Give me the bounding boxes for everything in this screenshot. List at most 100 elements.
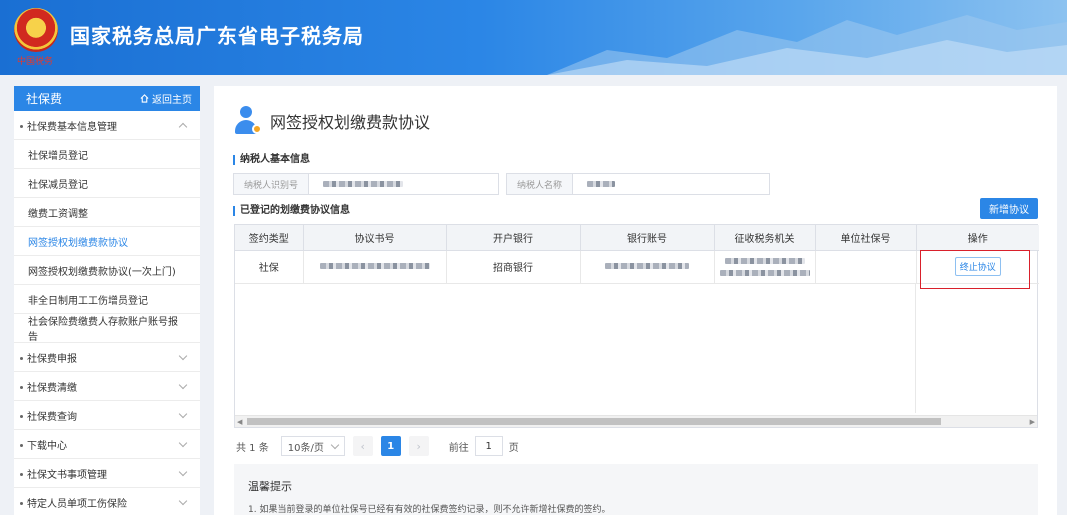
agreement-table: 签约类型 协议书号 开户银行 银行账号 征收税务机关 单位社保号 操作 社保 招… [234,224,1039,428]
col-header-social-no: 单位社保号 [815,225,917,251]
sidebar-item-label: 社保费申报 [27,353,77,365]
redacted-value [323,181,404,187]
cell-account [580,250,715,284]
horizontal-scrollbar[interactable]: ◀ ▶ [235,415,1037,427]
goto-page-input[interactable]: 1 [474,436,503,456]
col-header-sign-type: 签约类型 [235,225,304,251]
page-title: 网签授权划缴费款协议 [270,113,431,132]
bullet-icon [20,502,23,505]
bullet-icon [20,386,23,389]
home-link-label: 返回主页 [152,95,192,106]
emblem-text: 中国税务 [17,57,54,67]
sidebar-item-label: 缴费工资调整 [28,208,88,220]
taxpayer-id-field: 纳税人识别号 [233,173,499,195]
col-header-bank: 开户银行 [446,225,581,251]
sidebar-item-payment[interactable]: 社保费清缴 [14,372,200,401]
redacted-value [719,269,810,276]
scroll-left-icon[interactable]: ◀ [237,418,242,426]
pagination: 共 1 条 10条/页 ‹ 1 › 前往 1 页 [236,436,519,456]
sidebar-item-label: 社保费查询 [27,411,77,423]
page-size-value: 10条/页 [287,442,324,454]
bullet-icon [20,415,23,418]
table-row: 社保 招商银行 终止协议 [235,250,1039,284]
chevron-down-icon [178,351,188,360]
bullet-icon [20,473,23,476]
sidebar-item-declaration[interactable]: 社保费申报 [14,343,200,372]
sidebar-item-special-injury[interactable]: 特定人员单项工伤保险 [14,488,200,515]
tips-line: 1. 如果当前登录的单位社保号已经有有效的社保费签约记录，则不允许新增社保费的签… [248,505,611,515]
taxpayer-id-label: 纳税人识别号 [234,174,310,194]
bullet-icon [20,125,23,128]
add-agreement-button[interactable]: 新增协议 [980,198,1038,219]
bullet-icon [20,357,23,360]
sidebar-item-label: 网签授权划缴费款协议(一次上门) [28,266,176,278]
sidebar-item-label: 社保增员登记 [28,150,88,162]
col-header-agreement-no: 协议书号 [303,225,447,251]
redacted-value [319,263,430,269]
taxpayer-id-value [309,174,498,194]
taxpayer-name-label: 纳税人名称 [507,174,574,194]
page-size-select[interactable]: 10条/页 [280,436,345,456]
chevron-down-icon [178,409,188,418]
sidebar-item-query[interactable]: 社保费查询 [14,401,200,430]
table-header-row: 签约类型 协议书号 开户银行 银行账号 征收税务机关 单位社保号 操作 [235,225,1039,251]
sidebar-item-label: 社会保险费缴费人存款账户账号报告 [28,317,178,343]
user-settings-icon [234,106,262,136]
sidebar-title: 社保费 [26,92,63,106]
taxpayer-name-field: 纳税人名称 [506,173,770,195]
scrollbar-thumb[interactable] [247,418,941,425]
chevron-down-icon [178,380,188,389]
col-header-action: 操作 [916,225,1039,251]
highlight-box [920,250,1030,289]
total-count: 共 1 条 [236,442,269,454]
home-link[interactable]: 返回主页 [140,91,192,106]
sidebar-item-download[interactable]: 下载中心 [14,430,200,459]
agreement-section-title: 已登记的划缴费协议信息 [233,206,350,216]
tips-panel: 温馨提示 1. 如果当前登录的单位社保号已经有有效的社保费签约记录，则不允许新增… [234,464,1038,515]
site-title: 国家税务总局广东省电子税务局 [70,24,364,48]
sidebar-item-online-agreement[interactable]: 网签授权划缴费款协议 [14,227,200,256]
scroll-right-icon[interactable]: ▶ [1030,418,1035,426]
sidebar-item-wage-adjust[interactable]: 缴费工资调整 [14,198,200,227]
main-panel: 网签授权划缴费款协议 纳税人基本信息 纳税人识别号 纳税人名称 已登记的划缴费协… [214,86,1057,515]
sidebar-item-basic-info[interactable]: 社保费基本信息管理 [14,111,200,140]
chevron-down-icon [178,438,188,447]
sidebar-item-label: 社保文书事项管理 [27,469,107,481]
sidebar-item-add-staff[interactable]: 社保增员登记 [14,140,200,169]
sidebar: 社保费 返回主页 社保费基本信息管理 社保增员登记 社保减员登记 缴费工资调整 … [14,86,200,515]
cell-bank: 招商银行 [446,250,581,284]
tax-emblem-icon [14,8,58,52]
col-header-account: 银行账号 [580,225,715,251]
sidebar-item-label: 社保减员登记 [28,179,88,191]
cell-tax-office [714,250,816,284]
home-icon [140,94,149,103]
great-wall-backdrop [547,15,1067,75]
redacted-value [605,263,689,269]
redacted-value [724,257,805,264]
chevron-up-icon [178,122,188,131]
tips-title: 温馨提示 [248,480,292,493]
sidebar-item-label: 社保费基本信息管理 [27,121,117,133]
cell-agreement-no [303,250,447,284]
taxpayer-section-title: 纳税人基本信息 [233,155,310,165]
sidebar-item-parttime-injury[interactable]: 非全日制用工工伤增员登记 [14,285,200,314]
sidebar-header: 社保费 返回主页 [14,86,200,111]
header: 中国税务 国家税务总局广东省电子税务局 [0,0,1067,75]
page-number-current[interactable]: 1 [380,436,401,456]
page-header: 网签授权划缴费款协议 [234,106,430,136]
cell-sign-type: 社保 [235,250,304,284]
redacted-value [587,181,616,187]
next-page-button[interactable]: › [408,436,429,456]
prev-page-button[interactable]: ‹ [352,436,373,456]
sidebar-item-documents[interactable]: 社保文书事项管理 [14,459,200,488]
sidebar-item-online-agreement-onsite[interactable]: 网签授权划缴费款协议(一次上门) [14,256,200,285]
chevron-down-icon [178,496,188,505]
sidebar-item-label: 非全日制用工工伤增员登记 [28,295,148,307]
taxpayer-name-value [573,174,769,194]
chevron-down-icon [330,440,339,449]
sidebar-item-label: 下载中心 [27,440,67,452]
sidebar-item-account-report[interactable]: 社会保险费缴费人存款账户账号报告 [14,314,200,343]
col-header-tax-office: 征收税务机关 [714,225,816,251]
sidebar-item-label: 社保费清缴 [27,382,77,394]
sidebar-item-remove-staff[interactable]: 社保减员登记 [14,169,200,198]
